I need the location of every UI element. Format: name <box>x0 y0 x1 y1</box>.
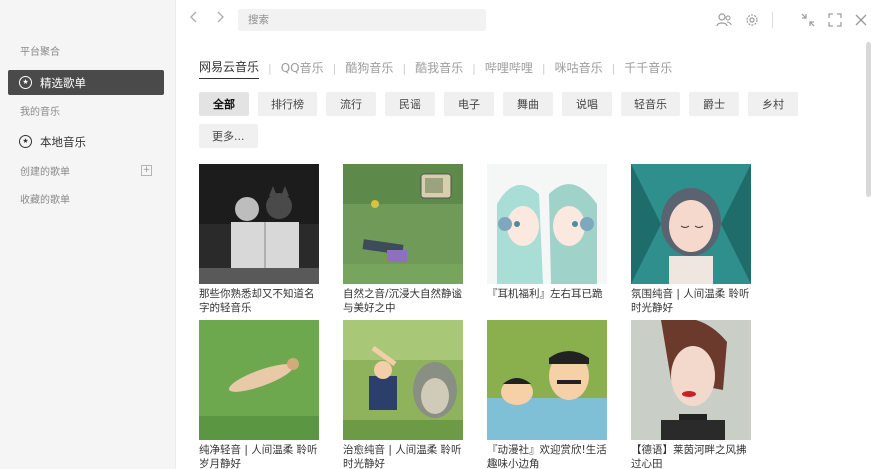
tab-separator: | <box>611 62 616 75</box>
fullscreen-icon[interactable] <box>827 12 843 28</box>
playlist-title[interactable]: 自然之音/沉浸大自然静谧与美好之中 <box>343 287 465 315</box>
category-charts[interactable]: 排行榜 <box>258 92 317 116</box>
category-dance[interactable]: 舞曲 <box>503 92 553 116</box>
minimize-window-icon[interactable] <box>800 12 816 28</box>
star-icon: ★ <box>19 76 32 89</box>
search-input[interactable] <box>238 9 486 31</box>
toolbar-divider <box>772 12 773 28</box>
topbar <box>176 0 879 40</box>
playlist-title[interactable]: 纯净轻音 | 人间温柔 聆听岁月静好 <box>199 443 321 469</box>
tab-bilibili[interactable]: 哔哩哔哩 <box>485 59 533 79</box>
tab-separator: | <box>541 62 546 75</box>
playlist-cover[interactable] <box>343 164 463 284</box>
add-playlist-icon[interactable]: + <box>141 165 152 176</box>
playlist-cover[interactable] <box>631 164 751 284</box>
playlist-cover[interactable] <box>343 320 463 440</box>
playlist-title[interactable]: 氛围纯音 | 人间温柔 聆听时光静好 <box>631 287 753 315</box>
tab-kugou[interactable]: 酷狗音乐 <box>345 59 393 79</box>
close-icon[interactable] <box>853 12 869 28</box>
category-rap[interactable]: 说唱 <box>562 92 612 116</box>
playlist-card[interactable]: 氛围纯音 | 人间温柔 聆听时光静好 <box>631 164 751 315</box>
tab-migu[interactable]: 咪咕音乐 <box>555 59 603 79</box>
tab-netease[interactable]: 网易云音乐 <box>199 58 260 79</box>
tab-separator: | <box>402 62 407 75</box>
sidebar-item-featured[interactable]: ★ 精选歌单 <box>8 70 164 95</box>
playlist-title[interactable]: 治愈纯音 | 人间温柔 聆听时光静好 <box>343 443 465 469</box>
playlist-card[interactable]: 自然之音/沉浸大自然静谧与美好之中 <box>343 164 463 315</box>
playlist-title[interactable]: 『动漫社』欢迎赏欣!生活趣味小边角 <box>487 443 609 469</box>
playlist-title[interactable]: 【德语】莱茵河畔之风拂过心田 <box>631 443 753 469</box>
sidebar: 平台聚合 ★ 精选歌单 我的音乐 ★ 本地音乐 创建的歌单 + 收藏的歌单 <box>0 0 176 469</box>
playlist-card[interactable]: 『耳机福利』左右耳已跪 <box>487 164 607 301</box>
playlist-card[interactable]: 【德语】莱茵河畔之风拂过心田 <box>631 320 751 469</box>
tab-qq[interactable]: QQ音乐 <box>281 59 324 79</box>
playlist-title[interactable]: 『耳机福利』左右耳已跪 <box>487 287 609 301</box>
tab-separator: | <box>268 62 272 75</box>
gear-icon[interactable] <box>744 12 760 28</box>
playlist-card[interactable]: 『动漫社』欢迎赏欣!生活趣味小边角 <box>487 320 607 469</box>
sidebar-item-local-music[interactable]: ★ 本地音乐 <box>8 129 164 154</box>
category-country[interactable]: 乡村 <box>748 92 798 116</box>
tab-separator: | <box>332 62 337 75</box>
playlist-cover[interactable] <box>487 164 607 284</box>
category-all[interactable]: 全部 <box>199 92 249 116</box>
star-icon: ★ <box>19 135 32 148</box>
scrollbar[interactable] <box>866 42 871 197</box>
category-chips: 全部 排行榜 流行 民谣 电子 舞曲 说唱 轻音乐 爵士 乡村 更多... <box>199 92 809 148</box>
playlist-card[interactable]: 治愈纯音 | 人间温柔 聆听时光静好 <box>343 320 463 469</box>
sidebar-item-label: 创建的歌单 <box>20 167 70 178</box>
playlist-cover[interactable] <box>487 320 607 440</box>
category-folk[interactable]: 民谣 <box>385 92 435 116</box>
platform-tabs: 网易云音乐 | QQ音乐 | 酷狗音乐 | 酷我音乐 | 哔哩哔哩 | 咪咕音乐… <box>199 58 672 79</box>
category-pop[interactable]: 流行 <box>326 92 376 116</box>
category-more[interactable]: 更多... <box>199 124 258 148</box>
category-jazz[interactable]: 爵士 <box>689 92 739 116</box>
forward-arrow-icon[interactable] <box>216 11 224 27</box>
sidebar-item-created-playlists[interactable]: 创建的歌单 + <box>20 163 152 178</box>
section-platform: 平台聚合 <box>20 47 60 58</box>
section-my-music: 我的音乐 <box>20 107 60 118</box>
user-icon[interactable] <box>716 12 732 28</box>
sidebar-item-collected-playlists[interactable]: 收藏的歌单 <box>20 191 152 206</box>
category-light-music[interactable]: 轻音乐 <box>621 92 680 116</box>
sidebar-item-label: 本地音乐 <box>40 134 86 149</box>
sidebar-item-label: 收藏的歌单 <box>20 195 70 206</box>
playlist-title[interactable]: 那些你熟悉却又不知道名字的轻音乐 <box>199 287 321 315</box>
playlist-card[interactable]: 纯净轻音 | 人间温柔 聆听岁月静好 <box>199 320 319 469</box>
playlist-card[interactable]: 那些你熟悉却又不知道名字的轻音乐 <box>199 164 319 315</box>
playlist-cover[interactable] <box>199 164 319 284</box>
category-electronic[interactable]: 电子 <box>444 92 494 116</box>
playlist-cover[interactable] <box>631 320 751 440</box>
tab-qianqian[interactable]: 千千音乐 <box>624 59 672 79</box>
tab-kuwo[interactable]: 酷我音乐 <box>415 59 463 79</box>
tab-separator: | <box>472 62 476 75</box>
playlist-cover[interactable] <box>199 320 319 440</box>
back-arrow-icon[interactable] <box>190 11 198 27</box>
sidebar-item-label: 精选歌单 <box>40 75 86 90</box>
